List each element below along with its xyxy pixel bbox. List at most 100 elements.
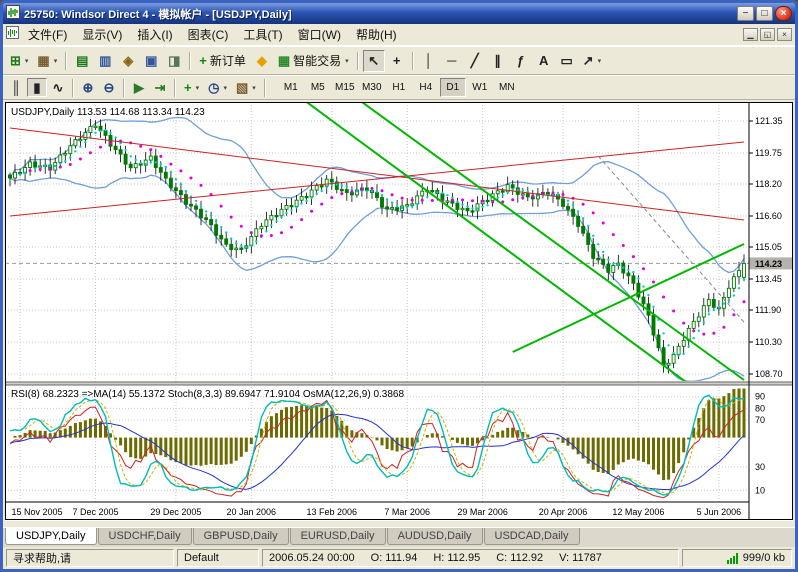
mdi-close-button[interactable]: × (777, 28, 792, 41)
status-profile[interactable]: Default (177, 549, 259, 567)
svg-text:113.45: 113.45 (755, 274, 782, 284)
menu-view[interactable]: 显示(V) (75, 24, 129, 45)
timeframe-m5[interactable]: M5 (305, 78, 331, 97)
svg-text:12 May 2006: 12 May 2006 (612, 507, 664, 517)
templates-button[interactable]: ▧▾ (232, 78, 260, 97)
standard-toolbar: ⊞▾▦▾▤▥◈▣◨+新订单◆▦智能交易▾↖+│─╱∥ƒA▭↗▾ (3, 46, 795, 75)
templates-icon: ▧ (236, 81, 248, 94)
chart-tab-usdcad[interactable]: USDCAD,Daily (484, 528, 580, 545)
text-icon: A (539, 54, 548, 67)
new-chart-button[interactable]: ⊞▾ (6, 50, 32, 72)
horizontal-line-button[interactable]: ─ (441, 50, 463, 72)
timeframe-h4[interactable]: H4 (413, 78, 439, 97)
bar-chart-button[interactable]: ║ (6, 78, 26, 97)
window-controls: − □ × (737, 6, 792, 21)
menu-window[interactable]: 窗口(W) (291, 24, 348, 45)
menu-file[interactable]: 文件(F) (21, 24, 74, 45)
svg-text:29 Dec 2005: 29 Dec 2005 (150, 507, 201, 517)
mdi-restore-button[interactable]: ◱ (760, 28, 775, 41)
window-title: 25750: Windsor Direct 4 - 模拟帐户 - [USDJPY… (24, 6, 292, 22)
fibonacci-button[interactable]: ƒ (510, 50, 532, 72)
maximize-button[interactable]: □ (756, 6, 773, 21)
svg-text:111.90: 111.90 (755, 305, 781, 315)
channel-icon: ∥ (494, 54, 501, 67)
status-open: O: 111.94 (371, 552, 418, 564)
status-volume: V: 11787 (559, 552, 602, 564)
text-label-button[interactable]: ▭ (556, 50, 578, 72)
channel-button[interactable]: ∥ (487, 50, 509, 72)
svg-text:20 Jan 2006: 20 Jan 2006 (227, 507, 277, 517)
crosshair-icon: + (393, 54, 401, 67)
menu-tools[interactable]: 工具(T) (236, 24, 289, 45)
svg-text:13 Feb 2006: 13 Feb 2006 (307, 507, 358, 517)
chart-shift-button[interactable]: ⇥ (150, 78, 170, 97)
menu-charts[interactable]: 图表(C) (181, 24, 236, 45)
timeframe-m15[interactable]: M15 (332, 78, 358, 97)
text-button[interactable]: A (533, 50, 555, 72)
menu-insert[interactable]: 插入(I) (130, 24, 179, 45)
chart-tab-audusd[interactable]: AUDUSD,Daily (387, 528, 483, 545)
svg-text:30: 30 (755, 462, 765, 472)
profiles-icon: ▦ (37, 54, 49, 67)
auto-scroll-icon: ▶ (134, 81, 144, 94)
minimize-button[interactable]: − (737, 6, 754, 21)
svg-text:119.75: 119.75 (755, 148, 782, 158)
chart-tab-gbpusd[interactable]: GBPUSD,Daily (193, 528, 289, 545)
svg-text:110.30: 110.30 (755, 337, 782, 347)
dropdown-arrow-icon: ▾ (25, 57, 29, 65)
status-time: 2006.05.24 00:00 (269, 552, 355, 564)
timeframe-m30[interactable]: M30 (359, 78, 385, 97)
timeframe-h1[interactable]: H1 (386, 78, 412, 97)
crosshair-button[interactable]: + (386, 50, 408, 72)
menu-items: 文件(F)显示(V)插入(I)图表(C)工具(T)窗口(W)帮助(H) (21, 24, 404, 45)
fibonacci-icon: ƒ (517, 54, 524, 67)
indicators-button[interactable]: +▾ (180, 78, 203, 97)
svg-text:29 Mar 2006: 29 Mar 2006 (457, 507, 508, 517)
svg-text:116.60: 116.60 (755, 211, 782, 221)
terminal-button[interactable]: ▣ (140, 50, 162, 72)
chart-tab-usdchf[interactable]: USDCHF,Daily (98, 528, 192, 545)
dropdown-arrow-icon: ▾ (598, 57, 602, 65)
toolbar-separator (189, 52, 191, 70)
zoom-in-button[interactable]: ⊕ (78, 78, 98, 97)
application-window: 25750: Windsor Direct 4 - 模拟帐户 - [USDJPY… (0, 0, 798, 572)
close-button[interactable]: × (775, 6, 792, 21)
zoom-out-button[interactable]: ⊖ (99, 78, 119, 97)
metaeditor-button[interactable]: ◆ (251, 50, 273, 72)
market-watch-button[interactable]: ▤ (71, 50, 93, 72)
dropdown-arrow-icon: ▾ (345, 57, 349, 65)
timeframe-w1[interactable]: W1 (467, 78, 493, 97)
status-close: C: 112.92 (496, 552, 543, 564)
vertical-line-button[interactable]: │ (418, 50, 440, 72)
timeframe-group: M1M5M15M30H1H4D1W1MN (278, 78, 520, 97)
periods-button[interactable]: ◷▾ (204, 78, 231, 97)
strategy-tester-button[interactable]: ◨ (163, 50, 185, 72)
trendline-button[interactable]: ╱ (464, 50, 486, 72)
line-chart-button[interactable]: ∿ (48, 78, 68, 97)
app-icon (6, 5, 20, 22)
mdi-minimize-button[interactable]: ▁ (743, 28, 758, 41)
timeframe-m1[interactable]: M1 (278, 78, 304, 97)
chart-tab-eurusd[interactable]: EURUSD,Daily (290, 528, 386, 545)
svg-text:90: 90 (755, 392, 765, 402)
timeframe-d1[interactable]: D1 (440, 78, 466, 97)
charts-toolbar: ║▮∿ ⊕⊖ ▶ ⇥ +▾◷▾▧▾ M1M5M15M30H1H4D1W1MN (3, 75, 795, 100)
data-window-button[interactable]: ▥ (94, 50, 116, 72)
status-help: 寻求帮助,请 (6, 549, 174, 567)
cursor-button[interactable]: ↖ (363, 50, 385, 72)
new-order-button[interactable]: +新订单 (195, 50, 250, 72)
svg-text:80: 80 (755, 403, 765, 413)
periods-icon: ◷ (208, 81, 219, 94)
arrows-icon: ↗ (583, 54, 594, 67)
profiles-button[interactable]: ▦▾ (33, 50, 61, 72)
candlestick-chart-button[interactable]: ▮ (27, 78, 47, 97)
auto-scroll-button[interactable]: ▶ (129, 78, 149, 97)
navigator-button[interactable]: ◈ (117, 50, 139, 72)
chart-window-icon[interactable] (6, 26, 19, 44)
chart-canvas[interactable]: 15 Nov 20057 Dec 200529 Dec 200520 Jan 2… (5, 102, 793, 521)
chart-tab-usdjpy[interactable]: USDJPY,Daily (5, 528, 97, 545)
arrows-button[interactable]: ↗▾ (579, 50, 605, 72)
expert-advisors-button[interactable]: ▦智能交易▾ (274, 50, 353, 72)
timeframe-mn[interactable]: MN (494, 78, 520, 97)
menu-help[interactable]: 帮助(H) (349, 24, 404, 45)
